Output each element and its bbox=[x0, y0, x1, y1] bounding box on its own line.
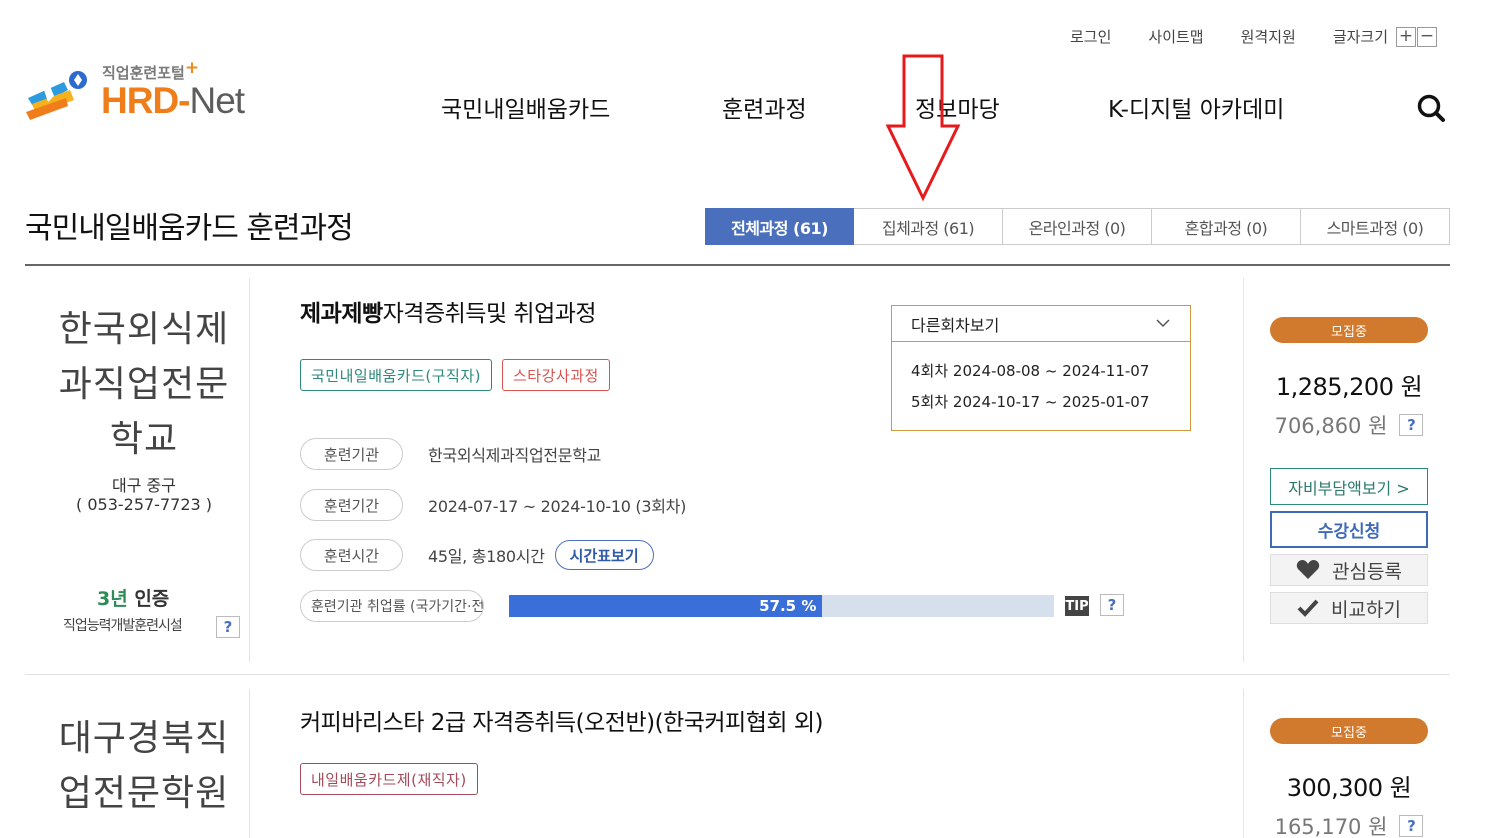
check-icon bbox=[1297, 599, 1319, 617]
tab-group[interactable]: 집체과정 (61) bbox=[854, 208, 1003, 245]
employment-label: 훈련기관 취업률 (국가기간·전략산업직종) bbox=[300, 590, 484, 622]
course-card: 한국외식제 과직업전문 학교 대구 중구 ( 053-257-7723 ) 3년… bbox=[25, 266, 1450, 674]
status-badge: 모집중 bbox=[1270, 718, 1428, 744]
font-decrease-button[interactable]: − bbox=[1417, 26, 1438, 47]
employment-rate-bar: 57.5 % bbox=[509, 595, 1054, 617]
other-rounds-label: 다른회차보기 bbox=[911, 315, 1000, 335]
course-card: 대구경북직 업전문학원 커피바리스타 2급 자격증취득(오전반)(한국커피협회 … bbox=[25, 675, 1450, 838]
card-divider-right bbox=[1243, 689, 1244, 838]
price-panel: 모집중 300,300 원 165,170 원 ? bbox=[1270, 718, 1428, 838]
org-label: 훈련기관 bbox=[300, 438, 403, 470]
institution-name[interactable]: 대구경북직 업전문학원 bbox=[25, 711, 263, 821]
chevron-down-icon bbox=[1156, 319, 1170, 328]
info-row-time: 훈련시간 45일, 총180시간 시간표보기 bbox=[300, 539, 654, 571]
nav-training-course[interactable]: 훈련과정 bbox=[722, 90, 807, 124]
time-label: 훈련시간 bbox=[300, 539, 403, 571]
self-pay-help-button[interactable]: ? bbox=[1399, 414, 1424, 436]
font-increase-button[interactable]: + bbox=[1396, 26, 1417, 47]
main-nav: 국민내일배움카드 훈련과정 정보마당 K-디지털 아카데미 bbox=[0, 90, 1501, 126]
institution-name[interactable]: 한국외식제 과직업전문 학교 bbox=[25, 302, 263, 467]
card-divider-right bbox=[1243, 278, 1244, 662]
timetable-button[interactable]: 시간표보기 bbox=[554, 540, 654, 570]
self-pay-row: 165,170 원 ? bbox=[1270, 811, 1428, 838]
info-row-period: 훈련기간 2024-07-17 ~ 2024-10-10 (3회차) bbox=[300, 489, 686, 521]
utility-nav: 로그인 사이트맵 원격지원 글자크기 + − bbox=[1070, 26, 1438, 47]
certification-badge: 3년 인증 직업능력개발훈련시설 bbox=[63, 588, 183, 634]
nav-k-digital[interactable]: K-디지털 아카데미 bbox=[1108, 90, 1284, 124]
other-rounds-dropdown[interactable]: 다른회차보기 4회차 2024-08-08 ~ 2024-11-07 5회차 2… bbox=[891, 305, 1191, 431]
heart-icon bbox=[1296, 560, 1320, 579]
font-size-label: 글자크기 bbox=[1332, 28, 1389, 46]
self-pay-view-button[interactable]: 자비부담액보기 > bbox=[1270, 468, 1428, 505]
remote-support-link[interactable]: 원격지원 bbox=[1241, 26, 1296, 47]
price-panel: 모집중 1,285,200 원 706,860 원 ? 자비부담액보기 > 수강… bbox=[1270, 317, 1428, 624]
info-row-org: 훈련기관 한국외식제과직업전문학교 bbox=[300, 438, 601, 470]
tab-smart[interactable]: 스마트과정 (0) bbox=[1301, 208, 1450, 245]
self-pay-amount: 706,860 원 bbox=[1274, 414, 1388, 438]
employment-rate-fill: 57.5 % bbox=[509, 595, 823, 617]
compare-button[interactable]: 비교하기 bbox=[1270, 592, 1428, 624]
other-round-item[interactable]: 5회차 2024-10-17 ~ 2025-01-07 bbox=[911, 387, 1171, 418]
nav-naeil-card[interactable]: 국민내일배움카드 bbox=[441, 90, 610, 124]
apply-button[interactable]: 수강신청 bbox=[1270, 511, 1428, 548]
employment-help-button[interactable]: ? bbox=[1100, 594, 1124, 616]
org-value: 한국외식제과직업전문학교 bbox=[428, 446, 602, 465]
badge-star-instructor: 스타강사과정 bbox=[502, 359, 610, 391]
search-icon[interactable] bbox=[1416, 93, 1446, 123]
badge-card-type: 국민내일배움카드(구직자) bbox=[300, 359, 493, 391]
tip-icon[interactable]: TIP bbox=[1065, 596, 1089, 616]
course-price: 300,300 원 bbox=[1286, 774, 1412, 802]
info-row-employment: 훈련기관 취업률 (국가기간·전략산업직종) bbox=[300, 590, 484, 622]
status-badge: 모집중 bbox=[1270, 317, 1428, 343]
course-title[interactable]: 커피바리스타 2급 자격증취득(오전반)(한국커피협회 외) bbox=[300, 703, 823, 737]
interest-button[interactable]: 관심등록 bbox=[1270, 554, 1428, 586]
page-title: 국민내일배움카드 훈련과정 bbox=[25, 211, 354, 246]
self-pay-help-button[interactable]: ? bbox=[1399, 815, 1424, 837]
course-title[interactable]: 제과제빵자격증취득및 취업과정 bbox=[300, 294, 597, 328]
cert-help-button[interactable]: ? bbox=[216, 616, 240, 638]
other-rounds-header[interactable]: 다른회차보기 bbox=[892, 306, 1190, 342]
period-value: 2024-07-17 ~ 2024-10-10 (3회차) bbox=[428, 497, 687, 516]
self-pay-amount: 165,170 원 bbox=[1274, 815, 1388, 838]
time-value: 45일, 총180시간 bbox=[428, 547, 545, 566]
badge-card-type: 내일배움카드제(재직자) bbox=[300, 763, 478, 795]
self-pay-row: 706,860 원 ? bbox=[1270, 410, 1428, 440]
institution-phone: ( 053-257-7723 ) bbox=[76, 495, 212, 514]
course-price: 1,285,200 원 bbox=[1275, 373, 1423, 401]
login-link[interactable]: 로그인 bbox=[1070, 26, 1111, 47]
tab-blended[interactable]: 혼합과정 (0) bbox=[1152, 208, 1301, 245]
course-type-tabs: 전체과정 (61) 집체과정 (61) 온라인과정 (0) 혼합과정 (0) 스… bbox=[705, 208, 1450, 245]
red-down-arrow-icon bbox=[885, 54, 961, 202]
tab-all[interactable]: 전체과정 (61) bbox=[705, 208, 854, 245]
other-round-item[interactable]: 4회차 2024-08-08 ~ 2024-11-07 bbox=[911, 356, 1171, 387]
institution-location: 대구 중구 bbox=[112, 476, 176, 495]
period-label: 훈련기간 bbox=[300, 489, 403, 521]
tab-online[interactable]: 온라인과정 (0) bbox=[1003, 208, 1152, 245]
sitemap-link[interactable]: 사이트맵 bbox=[1148, 26, 1203, 47]
